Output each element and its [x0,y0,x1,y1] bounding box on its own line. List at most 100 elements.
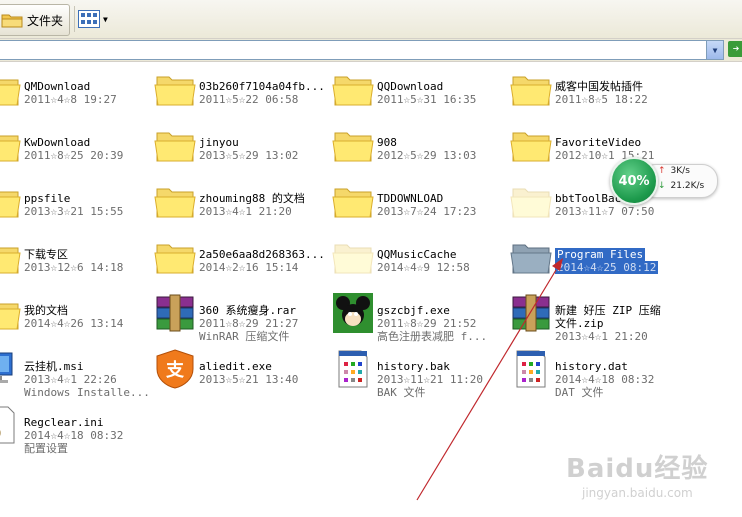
arrow-down-icon: ↓ [658,181,666,191]
folders-button[interactable]: 文件夹 [0,4,70,36]
file-modified-date: 2014☆4☆26 13:14 [24,317,124,330]
file-modified-date: 2013☆5☆21 13:40 [199,373,299,386]
file-item[interactable]: zhouming88 的文档 2013☆4☆1 21:20 [153,178,331,228]
document-icon [509,349,557,393]
rar-archive-icon [153,293,201,337]
upload-value: 3K/s [670,166,690,176]
file-item[interactable]: Regclear.ini 2014☆4☆18 08:32 配置设置 [0,402,156,455]
file-item[interactable]: TDDOWNLOAD 2013☆7☆24 17:23 [331,178,509,228]
file-modified-date: 2013☆4☆1 21:20 [555,330,648,343]
file-name: QMDownload [24,80,91,93]
file-item[interactable]: Program Files 2014☆4☆25 08:12 [509,234,687,284]
file-modified-date: 2013☆3☆21 15:55 [24,205,124,218]
network-speed-widget[interactable]: 40% ↑ 3K/s ↓ 21.2K/s [610,157,718,205]
file-item[interactable]: gszcbjf.exe 2011☆8☆29 21:52 高色注册表减肥 f... [331,290,509,343]
watermark-brand: Baidu经验 [566,454,709,484]
file-name: Program Files [555,248,646,261]
file-item[interactable]: 下载专区 2013☆12☆6 14:18 [0,234,156,284]
file-item[interactable]: QQDownload 2011☆5☆31 16:35 [331,66,509,116]
watermark-url: jingyan.baidu.com [582,486,693,500]
file-modified-date: 2013☆12☆6 14:18 [24,261,124,274]
zip-archive-icon [509,293,557,337]
file-name: aliedit.exe [199,360,272,373]
speed-percent: 40% [618,173,650,189]
folder-icon [331,181,379,225]
folder-icon [0,69,26,113]
file-name: 威客中国发帖插件 [555,80,643,93]
folder-icon [331,237,379,281]
views-icon [78,10,100,28]
file-name: TDDOWNLOAD [377,192,444,205]
folder-icon [153,125,201,169]
file-item[interactable]: history.bak 2013☆11☆21 11:20 BAK 文件 [331,346,509,399]
file-item[interactable]: jinyou 2013☆5☆29 13:02 [153,122,331,172]
file-item[interactable]: history.dat 2014☆4☆18 08:32 DAT 文件 [509,346,687,399]
folder-icon [0,181,26,225]
file-type: 高色注册表减肥 f... [377,330,488,343]
folder-icon [331,69,379,113]
file-item[interactable]: 支 aliedit.exe 2013☆5☆21 13:40 [153,346,331,396]
file-item[interactable]: ppsfile 2013☆3☆21 15:55 [0,178,156,228]
file-item[interactable]: 新建 好压 ZIP 压缩 文件.zip 2013☆4☆1 21:20 [509,290,687,343]
chevron-down-icon: ▼ [712,45,718,55]
address-bar: ▼ ➔ [0,39,742,62]
app-icon [331,293,379,337]
file-name: ppsfile [24,192,71,205]
file-type: DAT 文件 [555,386,604,399]
file-item[interactable]: QQMusicCache 2014☆4☆9 12:58 [331,234,509,284]
file-modified-date: 2013☆5☆29 13:02 [199,149,299,162]
speed-percent-badge[interactable]: 40% [610,157,658,205]
file-modified-date: 2011☆8☆25 20:39 [24,149,124,162]
file-modified-date: 2014☆4☆9 12:58 [377,261,470,274]
file-name: Regclear.ini [24,416,104,429]
config-file-icon [0,405,26,449]
address-input[interactable]: ▼ [0,40,724,60]
file-modified-date: 2014☆4☆18 08:32 [24,429,124,442]
file-name: 360 系统瘦身.rar [199,304,296,317]
file-modified-date: 2012☆5☆29 13:03 [377,149,477,162]
file-modified-date: 2013☆11☆21 11:20 [377,373,483,386]
go-button[interactable]: ➔ [728,41,742,57]
file-item[interactable]: 908 2012☆5☆29 13:03 [331,122,509,172]
file-modified-date: 2013☆4☆1 21:20 [199,205,292,218]
file-modified-date: 2014☆4☆18 08:32 [555,373,655,386]
file-modified-date: 2014☆4☆25 08:12 [555,261,659,274]
file-item[interactable]: QMDownload 2011☆4☆8 19:27 [0,66,156,116]
file-name-continued: 文件.zip [555,317,604,330]
file-name: KwDownload [24,136,91,149]
download-value: 21.2K/s [670,181,705,191]
address-dropdown-button[interactable]: ▼ [706,41,723,59]
file-name: 下载专区 [24,248,68,261]
folder-icon [0,293,26,337]
file-item[interactable]: 云挂机.msi 2013☆4☆1 22:26 Windows Installe... [0,346,156,399]
file-name: QQMusicCache [377,248,457,261]
file-item[interactable]: KwDownload 2011☆8☆25 20:39 [0,122,156,172]
document-icon [331,349,379,393]
file-modified-date: 2011☆5☆22 06:58 [199,93,299,106]
file-item[interactable]: 威客中国发帖插件 2011☆8☆5 18:22 [509,66,687,116]
file-name: history.bak [377,360,450,373]
folder-icon [509,69,557,113]
file-item[interactable]: 360 系统瘦身.rar 2011☆8☆29 21:27 WinRAR 压缩文件 [153,290,331,343]
folder-icon [153,181,201,225]
file-item[interactable]: 2a50e6aa8d268363... 2014☆2☆16 15:14 [153,234,331,284]
folder-icon [0,237,26,281]
file-modified-date: 2011☆8☆29 21:52 [377,317,477,330]
views-button[interactable]: ▼ [78,8,112,30]
file-type: Windows Installe... [24,386,150,399]
download-speed: ↓ 21.2K/s [658,181,704,191]
file-modified-date: 2011☆8☆5 18:22 [555,93,648,106]
file-name: 我的文档 [24,304,68,317]
file-name: FavoriteVideo [555,136,642,149]
folder-icon [509,125,557,169]
folder-icon [509,181,557,225]
file-item[interactable]: 我的文档 2014☆4☆26 13:14 [0,290,156,340]
toolbar-separator [74,6,75,32]
baidu-watermark: Baidu经验 jingyan.baidu.com [560,446,738,516]
arrow-up-icon: ↑ [658,166,666,176]
file-name: 新建 好压 ZIP 压缩 [555,304,661,317]
folder-icon [153,237,201,281]
folder-icon [0,125,26,169]
file-name: history.dat [555,360,628,373]
file-item[interactable]: 03b260f7104a04fb... 2011☆5☆22 06:58 [153,66,331,116]
